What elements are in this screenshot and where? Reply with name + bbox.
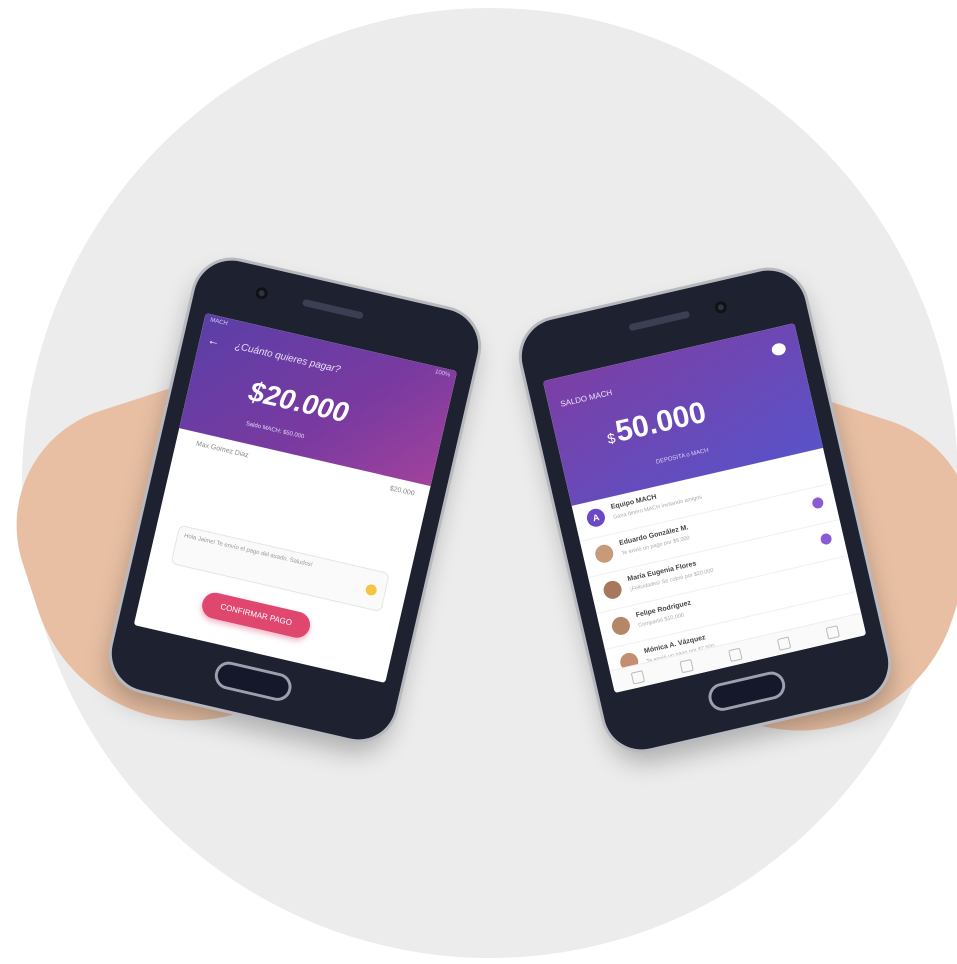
deposit-label[interactable]: DEPOSITA o MACH	[655, 448, 709, 466]
payment-amount: $20.000	[245, 375, 352, 429]
smile-emoji-icon	[364, 583, 378, 597]
speaker-grille	[628, 310, 691, 332]
arrow-left-icon[interactable]: ←	[206, 332, 221, 348]
amount-question: ¿Cuánto quieres pagar?	[233, 340, 342, 376]
balance-amount: $50.000	[603, 396, 710, 452]
payee-name: Max Gomez Diaz	[195, 440, 250, 460]
camera-icon	[254, 286, 269, 301]
home-tab-icon[interactable]	[630, 670, 646, 685]
status-bar-right: 100%	[434, 369, 451, 379]
mach-logo-icon: A	[585, 506, 607, 529]
saldo-label: SALDO MACH	[559, 388, 614, 409]
payee-amount: $20.000	[388, 485, 416, 498]
check-icon	[819, 532, 833, 546]
card-tab-icon[interactable]	[728, 647, 743, 663]
home-button[interactable]	[705, 668, 788, 714]
avatar	[593, 542, 616, 565]
camera-icon	[713, 300, 728, 315]
right-phone-screen: SALDO MACH $50.000 DEPOSITA o MACH A Equ…	[542, 323, 867, 693]
balance-subtitle: Saldo MACH: $50.000	[245, 421, 305, 441]
status-bar-left: MACH	[209, 317, 229, 328]
speaker-grille	[301, 298, 364, 320]
transfer-tab-icon[interactable]	[679, 658, 694, 674]
payment-header: MACH 100% ← ¿Cuánto quieres pagar? $20.0…	[179, 313, 458, 487]
message-text: Hola Jaime! Te envío el pago del asado. …	[183, 533, 314, 569]
balance-value: 50.000	[612, 395, 710, 449]
avatar	[610, 615, 632, 637]
confirm-payment-button[interactable]: CONFIRMAR PAGO	[199, 590, 313, 641]
notification-badge	[811, 496, 825, 510]
left-phone-screen: MACH 100% ← ¿Cuánto quieres pagar? $20.0…	[133, 313, 458, 683]
wallet-tab-icon[interactable]	[776, 636, 792, 651]
menu-tab-icon[interactable]	[825, 625, 841, 640]
home-button[interactable]	[212, 658, 295, 704]
piggy-bank-icon[interactable]	[770, 341, 787, 357]
avatar	[601, 579, 624, 601]
photo-stage: MACH 100% ← ¿Cuánto quieres pagar? $20.0…	[0, 0, 957, 964]
